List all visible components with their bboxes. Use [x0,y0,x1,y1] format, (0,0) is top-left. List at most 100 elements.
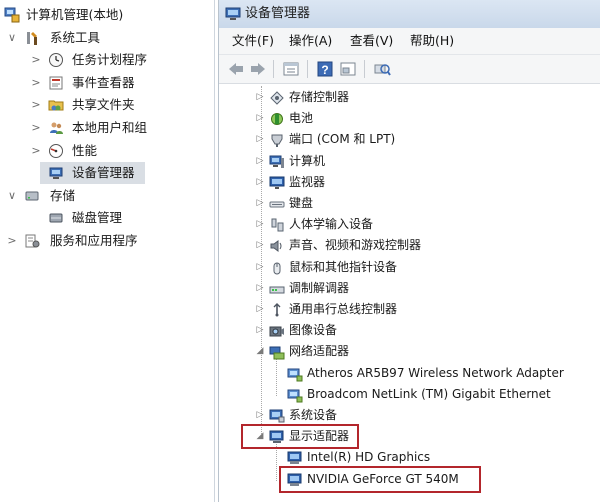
computer-management-icon [4,7,20,23]
device-category-label: 系统设备 [289,408,338,422]
tree-expander-icon[interactable]: ∨ [6,185,18,207]
network-card-icon [287,366,303,382]
expand-arrow-icon[interactable]: ▷ [255,172,265,193]
menu-file[interactable]: 文件(F) [229,28,277,54]
highlight-box [279,465,481,493]
device-category[interactable]: ▷ 图像设备 [219,320,599,341]
tree-expander-icon[interactable]: > [30,72,42,94]
expand-arrow-icon[interactable]: ▷ [255,129,265,150]
menu-view[interactable]: 查看(V) [347,28,396,54]
expand-arrow-icon[interactable]: ▷ [255,299,265,320]
tree-item[interactable]: > 服务和应用程序 [0,230,214,252]
device-category-label: 图像设备 [289,323,338,338]
device-category[interactable]: ▷ 系统设备 [219,405,599,426]
tree-expander-icon[interactable]: > [6,230,18,252]
expand-arrow-icon[interactable]: ▷ [255,405,265,426]
network-adapter-icon [269,344,285,360]
tree-item-label: 设备管理器 [69,162,138,185]
device-category[interactable]: ▷ 通用串行总线控制器 [219,299,599,320]
scan-hardware-icon[interactable] [373,61,391,77]
tree-expander-icon[interactable]: > [30,140,42,162]
tree-item-label: 系统工具 [50,29,101,45]
expand-arrow-icon[interactable]: ▷ [255,278,265,299]
device-manager-icon [48,165,64,181]
collapse-arrow-icon[interactable]: ◢ [255,341,265,362]
device-category[interactable]: ◢ 网络适配器 [219,341,599,362]
expand-arrow-icon[interactable]: ▷ [255,320,265,341]
device-category[interactable]: ▷ 调制解调器 [219,278,599,299]
shared-folder-icon [48,97,64,113]
device-tree: ▷ 存储控制器 ▷ 电池 ▷ 端口 (COM 和 LPT) ▷ 计算机 ▷ 监视器 ▷ 键盘 ▷ 人体学输… [219,84,600,502]
title-bar: 设备管理器 [219,0,600,29]
tree-item[interactable]: 设备管理器 [0,162,214,185]
menu-action[interactable]: 操作(A) [286,28,335,54]
tree-item[interactable]: ∨ 系统工具 [0,27,214,49]
tree-item[interactable]: > 事件查看器 [0,72,214,94]
tree-item[interactable]: > 任务计划程序 [0,49,214,71]
device-item[interactable]: Broadcom NetLink (TM) Gigabit Ethernet [219,384,599,405]
properties-icon[interactable] [282,61,300,77]
device-category-label: 计算机 [289,153,326,168]
expand-arrow-icon[interactable]: ▷ [255,235,265,256]
toolbar: ? [219,55,600,84]
device-category[interactable]: ▷ 存储控制器 [219,87,599,108]
tree-item-label: 共享文件夹 [72,97,135,113]
tree-expander-icon[interactable]: ∨ [6,27,18,49]
port-icon [269,132,285,148]
storage-icon [24,188,40,204]
modem-icon [269,281,285,296]
tree-item-label: 服务和应用程序 [50,233,138,248]
tree-expander-icon[interactable]: > [30,117,42,139]
help-icon[interactable]: ? [316,61,334,77]
expand-arrow-icon[interactable]: ▷ [255,108,265,129]
tree-item-label: 任务计划程序 [72,52,148,68]
device-category[interactable]: ▷ 监视器 [219,172,599,193]
device-item[interactable]: Atheros AR5B97 Wireless Network Adapter [219,363,599,384]
performance-icon [48,143,64,159]
tree-item-label: 事件查看器 [72,74,135,90]
device-category[interactable]: ▷ 端口 (COM 和 LPT) [219,129,599,150]
event-viewer-icon [48,75,64,91]
device-category[interactable]: ▷ 声音、视频和游戏控制器 [219,235,599,256]
toolbar-separator [364,60,365,78]
back-arrow-icon[interactable] [227,61,245,77]
view-icon[interactable] [339,61,357,77]
tree-expander-icon[interactable]: > [30,94,42,116]
device-category-label: 存储控制器 [289,90,350,104]
device-category[interactable]: ▷ 人体学输入设备 [219,214,599,235]
system-device-icon [269,408,285,423]
expand-arrow-icon[interactable]: ▷ [255,151,265,172]
tree-item[interactable]: 磁盘管理 [0,207,214,229]
tree-item[interactable]: 计算机管理(本地) [0,4,214,26]
menu-bar: 文件(F) 操作(A) 查看(V) 帮助(H) [219,28,600,55]
system-tools-icon [24,30,40,46]
tree-expander-icon[interactable]: > [30,49,42,71]
device-manager-icon [225,7,241,20]
device-category[interactable]: ▷ 电池 [219,108,599,129]
device-manager-window: 设备管理器 文件(F) 操作(A) 查看(V) 帮助(H) ? ▷ 存储控制器 ▷ 电… [218,0,600,502]
expand-arrow-icon[interactable]: ▷ [255,193,265,214]
services-icon [24,233,40,249]
tree-item[interactable]: > 共享文件夹 [0,94,214,116]
console-tree-pane: 计算机管理(本地) ∨ 系统工具 > 任务计划程序 > 事件查看器 > 共享文件夹 > 本地用户和组… [0,0,215,502]
device-category-label: 声音、视频和游戏控制器 [289,238,422,253]
menu-help[interactable]: 帮助(H) [407,28,457,54]
device-category-label: 通用串行总线控制器 [289,302,398,316]
expand-arrow-icon[interactable]: ▷ [255,257,265,278]
tree-item[interactable]: > 性能 [0,140,214,162]
device-category[interactable]: ▷ 键盘 [219,193,599,214]
users-icon [48,120,64,136]
forward-arrow-icon[interactable] [249,61,267,77]
expand-arrow-icon[interactable]: ▷ [255,87,265,108]
device-category[interactable]: ▷ 计算机 [219,151,599,172]
tree-item[interactable]: ∨ 存储 [0,185,214,207]
svg-text:?: ? [321,63,328,77]
disk-icon [48,210,64,226]
device-category[interactable]: ▷ 鼠标和其他指针设备 [219,257,599,278]
highlight-box [241,424,359,450]
tree-item[interactable]: > 本地用户和组 [0,117,214,139]
device-category-label: 人体学输入设备 [289,217,374,232]
toolbar-separator [273,60,274,78]
expand-arrow-icon[interactable]: ▷ [255,214,265,235]
network-card-icon [287,387,303,403]
